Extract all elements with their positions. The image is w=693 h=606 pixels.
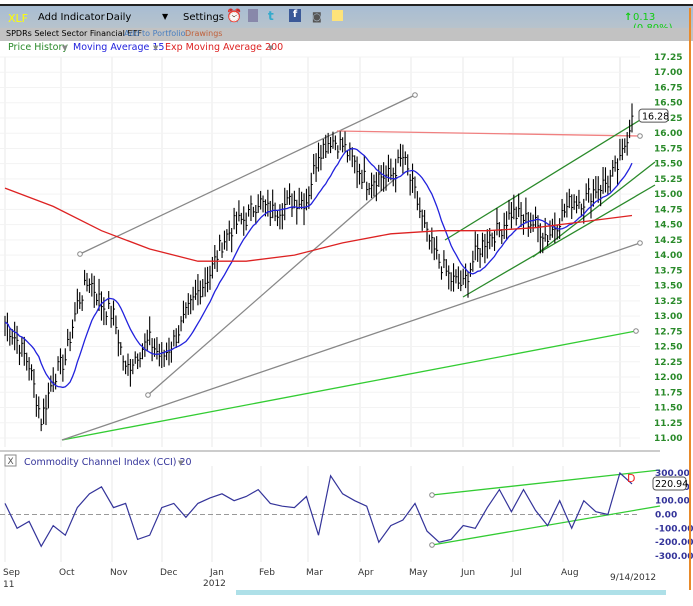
price-tick-label: 11.75 xyxy=(654,388,682,398)
gray-trendline xyxy=(61,242,641,441)
price-tick-label: 11.50 xyxy=(654,404,682,414)
drawing-handle xyxy=(145,392,151,398)
horizontal-scrollbar[interactable] xyxy=(236,590,666,595)
cci-tick-label: -300.00 xyxy=(655,552,693,562)
drawing-handle xyxy=(429,542,435,548)
close-icon[interactable]: X xyxy=(8,457,14,467)
cci-tick-label: 0.00 xyxy=(655,510,677,520)
month-label: Oct xyxy=(59,568,75,578)
price-tick-label: 13.25 xyxy=(654,297,682,307)
price-tick-label: 15.00 xyxy=(654,190,682,200)
day-label: 11 xyxy=(3,580,14,590)
price-tick-label: 15.25 xyxy=(654,175,682,185)
price-tick-label: 17.00 xyxy=(654,68,682,78)
month-label: Sep xyxy=(3,568,20,578)
price-tick-label: 12.00 xyxy=(654,373,682,383)
last-price: 16.28 xyxy=(642,112,669,123)
month-label: Feb xyxy=(259,568,275,578)
price-tick-label: 14.25 xyxy=(654,236,682,246)
price-tick-label: 16.75 xyxy=(654,83,682,93)
drawing-handle xyxy=(633,328,639,334)
cci-channel-line xyxy=(431,505,661,546)
month-label: Mar xyxy=(306,568,323,578)
price-tick-label: 17.25 xyxy=(654,53,682,63)
last-date-label: 9/14/2012 xyxy=(610,573,656,583)
price-tick-label: 15.50 xyxy=(654,160,682,170)
price-tick-label: 16.50 xyxy=(654,99,682,109)
cci-tick-label: -100.00 xyxy=(655,524,693,534)
cci-channel-line xyxy=(431,469,661,496)
price-tick-label: 14.50 xyxy=(654,221,682,231)
price-tick-label: 15.75 xyxy=(654,144,682,154)
price-tick-label: 13.50 xyxy=(654,282,682,292)
month-label: Jul xyxy=(510,568,522,578)
month-label: Jun xyxy=(460,568,475,578)
green-trendline xyxy=(61,330,637,441)
month-label: Jan xyxy=(209,568,224,578)
month-label: Aug xyxy=(561,568,579,578)
drawing-handle xyxy=(637,133,643,139)
price-tick-label: 12.75 xyxy=(654,327,682,337)
drawing-handle xyxy=(429,492,435,498)
chart: 17.2517.0016.7516.5016.2516.0015.7515.50… xyxy=(0,8,693,595)
price-tick-label: 11.00 xyxy=(654,434,682,444)
chevron-down-icon[interactable]: ▼ xyxy=(178,459,184,467)
cci-title[interactable]: Commodity Channel Index (CCI) 20 xyxy=(24,457,192,468)
drawing-handle xyxy=(637,240,643,246)
price-tick-label: 14.75 xyxy=(654,205,682,215)
price-tick-label: 16.00 xyxy=(654,129,682,139)
price-tick-label: 13.75 xyxy=(654,266,682,276)
moving-average-15-line xyxy=(4,147,633,389)
price-tick-label: 11.25 xyxy=(654,419,682,429)
cci-tick-label: 100.00 xyxy=(655,497,690,507)
month-label: Apr xyxy=(358,568,374,578)
price-tick-label: 12.25 xyxy=(654,358,682,368)
cci-tick-label: -200.00 xyxy=(655,538,693,548)
month-label: May xyxy=(409,568,428,578)
month-label: Nov xyxy=(110,568,128,578)
price-tick-label: 14.00 xyxy=(654,251,682,261)
month-label: Dec xyxy=(160,568,177,578)
drawing-handle xyxy=(77,251,83,257)
price-tick-label: 12.50 xyxy=(654,343,682,353)
price-tick-label: 13.00 xyxy=(654,312,682,322)
year-label: 2012 xyxy=(203,579,226,589)
cci-marker: D xyxy=(627,472,635,485)
last-cci: 220.94 xyxy=(655,479,688,490)
drawing-handle xyxy=(412,92,418,98)
